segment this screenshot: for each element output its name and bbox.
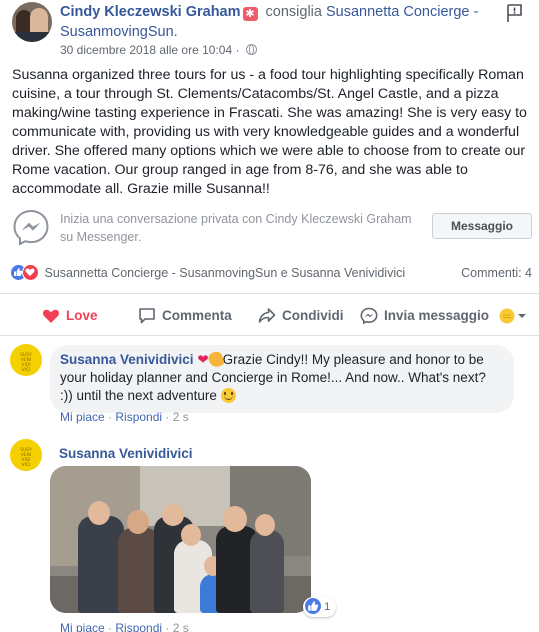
post-body: Susanna organized three tours for us - a… xyxy=(12,67,527,197)
comment-reply-link[interactable]: Rispondi xyxy=(115,621,162,632)
comment-author[interactable]: Susanna Venividivici xyxy=(60,352,194,367)
post-meta: 30 dicembre 2018 alle ore 10:04 · xyxy=(60,42,257,58)
like-reaction-icon xyxy=(305,598,321,614)
message-button[interactable]: Messaggio xyxy=(432,213,532,239)
author-name[interactable]: Cindy Kleczewski Graham xyxy=(60,4,241,20)
report-flag-icon[interactable] xyxy=(504,2,526,24)
recommend-icon: ✱ xyxy=(242,7,258,21)
avatar-text: SUSY VENI VIDI VICI xyxy=(20,353,32,373)
commenter-avatar[interactable]: SUSY VENI VIDI VICI xyxy=(10,439,42,471)
comment-icon xyxy=(139,308,155,324)
send-message-button[interactable]: Invia messaggio xyxy=(360,305,489,327)
post-header: Cindy Kleczewski Graham ✱ consiglia Susan… xyxy=(12,2,532,58)
heart-emoji-icon: ❤ xyxy=(197,352,209,367)
reactors-names[interactable]: Susannetta Concierge - SusanmovingSun e … xyxy=(44,266,405,280)
comment-actions: Mi piace · Rispondi · 2 s xyxy=(60,620,189,632)
post-headline: Cindy Kleczewski Graham ✱ consiglia Susan… xyxy=(60,2,500,42)
heart-icon xyxy=(43,309,59,323)
comment-like-link[interactable]: Mi piace xyxy=(60,621,105,632)
globe-icon xyxy=(245,44,257,55)
love-button[interactable]: Love xyxy=(42,305,98,327)
love-reaction-icon[interactable] xyxy=(22,264,39,281)
divider xyxy=(0,335,539,336)
reaction-picker[interactable] xyxy=(498,305,534,327)
commenter-avatar[interactable]: SUSY VENI VIDI VICI xyxy=(10,344,42,376)
messenger-icon xyxy=(360,307,378,325)
share-icon xyxy=(258,308,276,323)
post-timestamp[interactable]: 30 dicembre 2018 alle ore 10:04 · xyxy=(60,43,239,57)
comment-bubble: Susanna Venividivici ❤ Grazie Cindy!! My … xyxy=(50,345,514,413)
comment-label: Commenta xyxy=(162,308,232,323)
comment-reply-link[interactable]: Rispondi xyxy=(115,410,162,424)
divider xyxy=(0,293,539,294)
share-label: Condividi xyxy=(282,308,344,323)
comment-like-link[interactable]: Mi piace xyxy=(60,410,105,424)
comment-actions: Mi piace · Rispondi · 2 s xyxy=(60,410,189,424)
comment-time[interactable]: 2 s xyxy=(173,410,189,424)
comments-count[interactable]: Commenti: 4 xyxy=(461,264,532,282)
comment-photo[interactable] xyxy=(50,466,311,613)
share-button[interactable]: Condividi xyxy=(258,305,344,327)
comment-author[interactable]: Susanna Venividivici xyxy=(59,446,193,461)
comment-time[interactable]: 2 s xyxy=(173,621,189,632)
recommendation-post: Cindy Kleczewski Graham ✱ consiglia Susan… xyxy=(0,0,539,632)
messenger-icon xyxy=(13,209,49,246)
avatar-text: SUSY VENI VIDI VICI xyxy=(20,448,32,468)
send-label: Invia messaggio xyxy=(384,308,490,323)
reactions-summary: Susannetta Concierge - SusanmovingSun e … xyxy=(10,264,532,284)
messenger-text: Inizia una conversazione privata con Cin… xyxy=(60,212,412,244)
emoji-icon xyxy=(499,308,526,324)
smile-emoji-icon xyxy=(220,388,236,403)
action-bar: Love Commenta Condividi Invia messaggio xyxy=(0,297,539,335)
comment-reaction-count[interactable]: 1 xyxy=(303,597,337,617)
messenger-prompt: Inizia una conversazione privata con Cin… xyxy=(12,206,532,250)
author-avatar[interactable] xyxy=(12,2,52,42)
comment-button[interactable]: Commenta xyxy=(138,305,232,327)
reaction-count: 1 xyxy=(324,601,331,613)
love-label: Love xyxy=(66,308,98,323)
action-verb: consiglia xyxy=(265,4,322,20)
